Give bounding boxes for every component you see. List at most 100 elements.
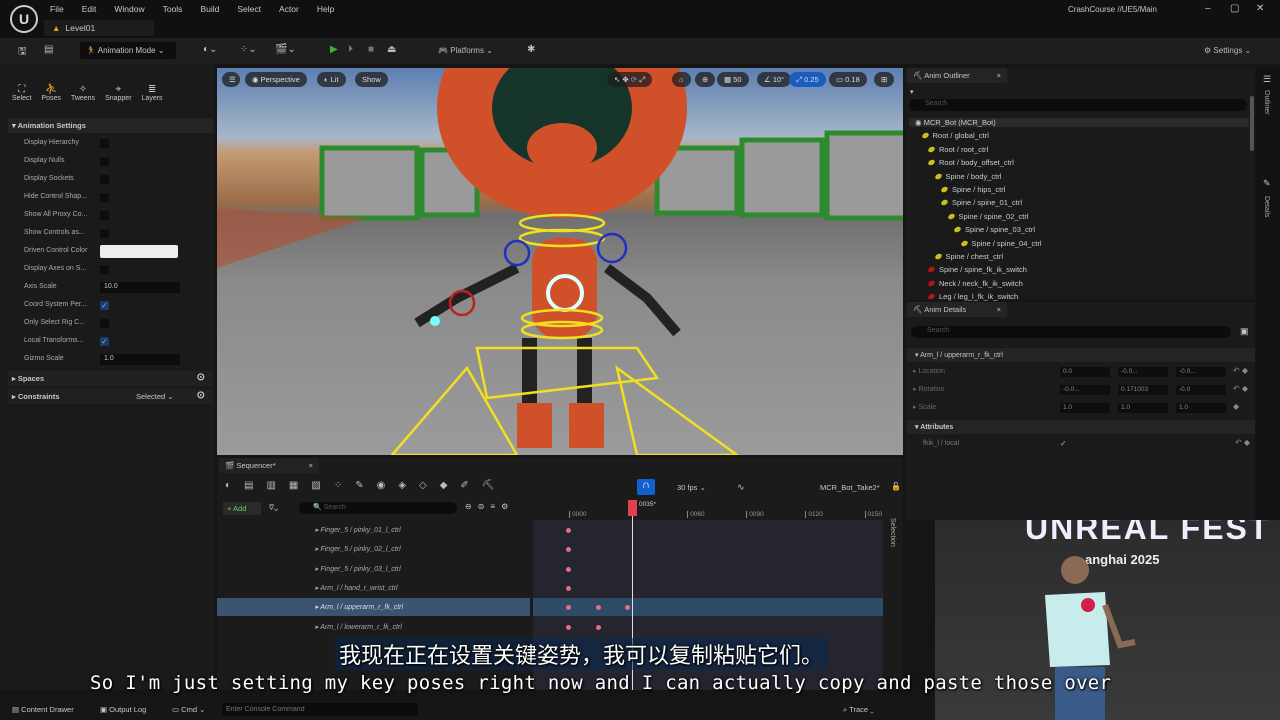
animation-settings-header[interactable]: ▾ Animation Settings [8, 118, 213, 133]
bug-icon[interactable]: ✱ [527, 44, 535, 55]
control-header[interactable]: ▾ Arm_l / upperarm_r_fk_ctrl [907, 348, 1255, 362]
console-input[interactable] [222, 703, 418, 716]
outliner-item[interactable]: Spine / chest_ctrl [935, 252, 1004, 261]
platforms-button[interactable]: 🎮 Platforms ⌄ [438, 46, 493, 55]
close-icon[interactable]: ✕ [1256, 3, 1264, 14]
filter-dropdown-icon[interactable]: ⩢⌄ [269, 503, 278, 513]
keyframe[interactable] [566, 547, 571, 552]
details-side-tab[interactable]: Details [1263, 196, 1270, 217]
keyframe[interactable] [596, 625, 601, 630]
minimize-icon[interactable]: – [1205, 3, 1211, 14]
transform-value-field[interactable]: 1.0 [1118, 403, 1168, 413]
constraints-section[interactable]: ▸ ConstraintsSelected ⌄⊙ [8, 389, 213, 404]
anim-details-tab[interactable]: ⛏ Anim Details× [907, 302, 1007, 317]
outliner-item[interactable]: Root / global_ctrl [922, 131, 989, 140]
add-constraint-icon[interactable]: ⊙ [197, 390, 205, 401]
pencil-icon[interactable]: ✎ [1263, 178, 1271, 189]
spaces-section[interactable]: ▸ Spaces⊙ [8, 371, 213, 386]
menu-window[interactable]: Window [114, 4, 144, 14]
maximize-icon[interactable]: ▢ [1230, 3, 1239, 14]
transform-value-field[interactable]: -0.0... [1176, 367, 1226, 377]
track-search-input[interactable]: 🔍 Search [299, 502, 457, 514]
transform-value-field[interactable]: 0.171003 [1118, 385, 1168, 395]
menu-actor[interactable]: Actor [279, 4, 299, 14]
track-row[interactable]: ▸ Finger_5 / pinky_01_l_ctrl [217, 521, 530, 539]
level-tab[interactable]: ▲Level01 [44, 20, 154, 36]
playhead-handle[interactable] [628, 500, 637, 516]
attribute-checkbox[interactable]: ✓ [1060, 439, 1067, 448]
cmd-dropdown[interactable]: ▭ Cmd ⌄ [172, 705, 205, 714]
save-icon[interactable]: 🖫 [18, 44, 27, 61]
camera-speed-button[interactable]: ▭ 0.18 [829, 72, 867, 87]
outliner-tab-icon[interactable]: ☰ [1263, 74, 1271, 85]
transform-value-field[interactable]: -0.0 [1176, 385, 1226, 395]
layout-icon[interactable]: ⊞ [874, 72, 894, 87]
transform-value-field[interactable]: -0.0... [1060, 385, 1110, 395]
eject-icon[interactable]: ⏏ [387, 44, 396, 55]
key-icon[interactable]: ◆ [1233, 402, 1239, 411]
selection-side-tab[interactable]: Selection [889, 518, 896, 547]
outliner-item[interactable]: Spine / spine_02_ctrl [948, 212, 1029, 221]
content-drawer-button[interactable]: ▤ Content Drawer [12, 705, 74, 714]
add-actor-icon[interactable]: ◐⌄ [203, 44, 217, 55]
outliner-item[interactable]: ◉ MCR_Bot (MCR_Bot) [909, 118, 1249, 127]
close-tab-icon[interactable]: × [309, 461, 313, 470]
browse-icon[interactable]: ▤ [44, 44, 53, 55]
setting-checkbox[interactable]: ✓ [100, 301, 109, 310]
keyframe[interactable] [566, 586, 571, 591]
setting-checkbox[interactable] [100, 229, 109, 238]
mode-snapper[interactable]: ⌖Snapper [105, 84, 131, 102]
outliner-item[interactable]: Spine / spine_04_ctrl [961, 239, 1042, 248]
fps-dropdown[interactable]: 30 fps ⌄ [677, 483, 706, 492]
outliner-item[interactable]: Spine / spine_01_ctrl [941, 198, 1022, 207]
transform-value-field[interactable]: 1.0 [1060, 403, 1110, 413]
attribute-reset-icon[interactable]: ↶ ◆ [1235, 438, 1250, 447]
anim-outliner-tab[interactable]: ⛏ Anim Outliner× [907, 68, 1007, 83]
outliner-item[interactable]: Spine / hips_ctrl [941, 185, 1005, 194]
outliner-item[interactable]: Spine / spine_fk_ik_switch [928, 265, 1027, 274]
world-local-icon[interactable]: ⊕ [695, 72, 715, 87]
rotation-snap-button[interactable]: ∠ 10° [757, 72, 791, 87]
details-search-input[interactable]: Search [911, 326, 1231, 338]
track-view-icons[interactable]: ⊖⊜≡⚙ [465, 502, 514, 511]
setting-checkbox[interactable] [100, 139, 109, 148]
settings-button[interactable]: ⚙ Settings ⌄ [1204, 46, 1251, 55]
rotate-icon[interactable]: ⟳ [631, 75, 637, 84]
setting-checkbox[interactable] [100, 319, 109, 328]
add-space-icon[interactable]: ⊙ [197, 372, 205, 383]
transform-tools[interactable]: ↖ ✥ ⟳ ⤢ [607, 72, 652, 87]
setting-value-field[interactable]: 1.0 [100, 354, 180, 365]
unreal-logo-icon[interactable]: U [10, 5, 38, 33]
curve-editor-icon[interactable]: ∿ [737, 482, 745, 493]
blueprint-icon[interactable]: ⁘⌄ [240, 44, 257, 55]
outliner-item[interactable]: Neck / neck_fk_ik_switch [928, 279, 1023, 288]
constraints-filter-dropdown[interactable]: Selected ⌄ [136, 392, 174, 401]
outliner-item[interactable]: Spine / body_ctrl [935, 172, 1002, 181]
key-icon[interactable]: ↶ ◆ [1233, 384, 1248, 393]
scale-snap-button[interactable]: ⤢ 0.25 [789, 72, 826, 87]
menu-select[interactable]: Select [237, 4, 261, 14]
outliner-item[interactable]: Root / root_ctrl [928, 145, 988, 154]
perspective-button[interactable]: ◉ Perspective [245, 72, 307, 87]
outliner-scrollbar[interactable] [1250, 96, 1254, 151]
filter-icon[interactable]: ▾ [910, 88, 914, 96]
mode-select[interactable]: ⛶Select [12, 84, 31, 102]
snap-toggle-icon[interactable]: ∩ [637, 479, 655, 495]
driven-color-swatch[interactable] [100, 245, 178, 258]
close-tab-icon[interactable]: × [997, 305, 1001, 314]
mode-tweens[interactable]: ✧Tweens [71, 84, 95, 102]
menu-build[interactable]: Build [200, 4, 219, 14]
keyframe[interactable] [596, 605, 601, 610]
transform-value-field[interactable]: 1.0 [1176, 403, 1226, 413]
add-track-button[interactable]: + Add [223, 502, 261, 515]
attributes-header[interactable]: ▾ Attributes [907, 420, 1255, 434]
mode-poses[interactable]: ⛹Poses [41, 84, 60, 102]
details-layout-icon[interactable]: ▣ [1240, 326, 1249, 337]
outliner-item[interactable]: Spine / spine_03_ctrl [954, 225, 1035, 234]
play-icon[interactable]: ▶ [330, 44, 338, 55]
grid-snap-button[interactable]: ▦ 50 [717, 72, 749, 87]
close-tab-icon[interactable]: × [997, 71, 1001, 80]
stop-icon[interactable]: ■ [368, 44, 374, 55]
step-icon[interactable]: ⏵ [348, 44, 353, 55]
mode-dropdown[interactable]: 🏃 Animation Mode ⌄ [80, 42, 176, 59]
